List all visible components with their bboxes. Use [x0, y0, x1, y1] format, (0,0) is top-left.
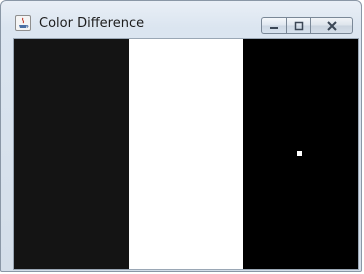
app-window: Color Difference — [0, 0, 362, 272]
white-stripe — [128, 39, 244, 269]
window-controls — [261, 17, 353, 34]
minimize-button[interactable] — [261, 17, 286, 34]
dark-gray-stripe — [14, 39, 129, 269]
close-icon — [326, 20, 337, 31]
maximize-icon — [294, 21, 303, 30]
close-button[interactable] — [311, 17, 353, 34]
minimize-icon — [270, 26, 278, 29]
white-dot — [297, 151, 303, 156]
maximize-button[interactable] — [286, 17, 311, 34]
window-title: Color Difference — [39, 16, 145, 31]
java-app-icon[interactable] — [15, 15, 31, 31]
black-stripe — [243, 39, 359, 269]
color-canvas[interactable] — [13, 38, 359, 270]
title-bar[interactable]: Color Difference — [1, 1, 361, 34]
